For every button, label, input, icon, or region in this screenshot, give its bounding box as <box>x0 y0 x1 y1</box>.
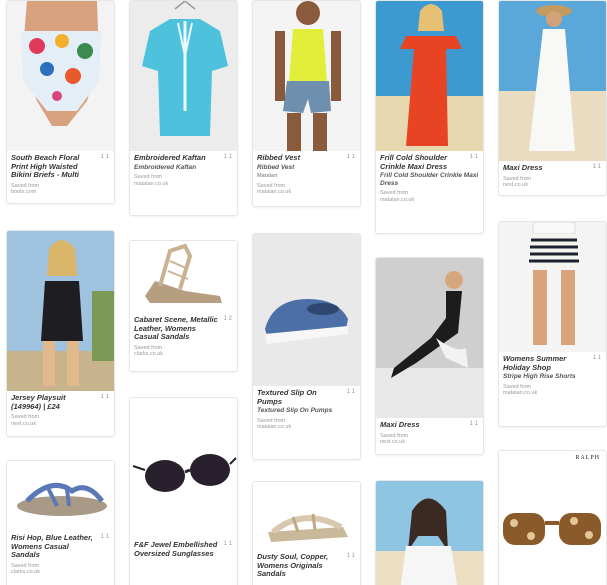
lace-up-sandal-image[interactable] <box>130 241 237 313</box>
pin-title[interactable]: Ribbed Vest <box>257 153 356 163</box>
copper-sandal-image[interactable] <box>253 482 360 550</box>
source-link[interactable]: matalan.co.uk <box>134 181 168 187</box>
pin-card[interactable]: Ribbed Vest Ribbed Vest Matalan Saved fr… <box>252 0 361 207</box>
pin-title[interactable]: Embroidered Kaftan <box>134 153 233 163</box>
pin-card[interactable]: Risi Hop, Blue Leather, Womens Casual Sa… <box>6 460 115 585</box>
pin-source[interactable]: Saved from matalan.co.uk <box>134 174 233 187</box>
pin-title[interactable]: F&F Jewel Embellished Oversized Sunglass… <box>134 540 233 558</box>
kaftan-image[interactable] <box>130 1 237 151</box>
repin-count: 1 1 <box>223 541 232 547</box>
white-top-model-image[interactable] <box>376 481 483 585</box>
repin-count: 1 1 <box>100 154 109 160</box>
pin-card[interactable]: Jersey Playsuit (149964) | £24 Saved fro… <box>6 230 115 437</box>
ribbed-vest-image[interactable] <box>253 1 360 151</box>
pin-card[interactable]: Dusty Soul, Copper, Womens Originals San… <box>252 481 361 585</box>
black-sunglasses-image[interactable] <box>130 398 237 538</box>
source-link[interactable]: clarks.co.uk <box>134 351 163 357</box>
floral-bikini-briefs-image[interactable] <box>7 1 114 151</box>
source-link[interactable]: matalan.co.uk <box>380 197 414 203</box>
pin-card[interactable]: Womens Summer Holiday Shop Stripe High R… <box>498 221 607 427</box>
pin-title[interactable]: Womens Summer Holiday Shop <box>503 354 602 372</box>
source-link[interactable]: matalan.co.uk <box>503 390 537 396</box>
repin-count: 1 1 <box>346 553 355 559</box>
pin-source[interactable]: Saved from matalan.co.uk <box>380 190 479 203</box>
pin-source[interactable]: Saved from next.co.uk <box>380 433 479 446</box>
black-maxi-dress-image[interactable] <box>376 258 483 418</box>
repin-count: 1 1 <box>100 394 109 400</box>
pin-title[interactable]: South Beach Floral Print High Waisted Bi… <box>11 153 110 180</box>
source-link[interactable]: clarks.co.uk <box>11 569 40 575</box>
pin-card[interactable]: Embroidered Kaftan Embroidered Kaftan Sa… <box>129 0 238 216</box>
pin-title[interactable]: Textured Slip On Pumps <box>257 388 356 406</box>
repin-count: 1 1 <box>592 164 601 170</box>
pin-description: Embroidered Kaftan <box>134 163 197 171</box>
slip-on-pump-image[interactable] <box>253 234 360 386</box>
repin-count: 1 1 <box>592 355 601 361</box>
source-link[interactable]: matalan.co.uk <box>257 189 291 195</box>
pin-title[interactable]: Jersey Playsuit (149964) | £24 <box>11 393 110 411</box>
pin-source[interactable]: Saved from next.co.uk <box>11 414 110 427</box>
source-link[interactable]: boots.com <box>11 189 36 195</box>
pin-source[interactable]: Saved from next.co.uk <box>503 176 602 189</box>
pin-card[interactable]: Cabaret Scene, Metallic Leather, Womens … <box>129 240 238 372</box>
pin-description: Stripe High Rise Shorts <box>503 373 576 380</box>
pin-card[interactable] <box>375 480 484 585</box>
pin-card[interactable]: Maxi Dress Saved from next.co.uk 1 1 <box>375 257 484 455</box>
repin-count: 1 1 <box>469 421 478 427</box>
pin-card[interactable]: Maxi Dress Saved from next.co.uk 1 1 <box>498 0 607 196</box>
source-link[interactable]: next.co.uk <box>503 182 528 188</box>
pin-card[interactable]: Textured Slip On Pumps Textured Slip On … <box>252 233 361 460</box>
source-link[interactable]: next.co.uk <box>380 439 405 445</box>
playsuit-image[interactable] <box>7 231 114 391</box>
brand-label: Matalan <box>257 173 278 179</box>
pin-source[interactable]: Saved from clarks.co.uk <box>11 563 110 576</box>
repin-count: 1 1 <box>469 154 478 160</box>
pin-description: Ribbed Vest <box>257 163 295 171</box>
pin-board: South Beach Floral Print High Waisted Bi… <box>0 0 607 585</box>
pin-source[interactable]: Saved from boots.com <box>11 183 110 196</box>
source-link[interactable]: next.co.uk <box>11 421 36 427</box>
pin-card[interactable]: F&F Jewel Embellished Oversized Sunglass… <box>129 397 238 585</box>
pin-description: Frill Cold Shoulder Crinkle Maxi Dress <box>380 172 479 187</box>
pin-card[interactable]: South Beach Floral Print High Waisted Bi… <box>6 0 115 204</box>
pin-title[interactable]: Dusty Soul, Copper, Womens Originals San… <box>257 552 356 579</box>
pin-title[interactable]: Cabaret Scene, Metallic Leather, Womens … <box>134 315 233 342</box>
pin-title[interactable]: Maxi Dress <box>503 163 602 173</box>
pin-source[interactable]: Saved from matalan.co.uk <box>503 384 602 397</box>
pin-description: Textured Slip On Pumps <box>257 407 333 414</box>
repin-count: 1 1 <box>223 154 232 160</box>
pin-source[interactable]: Saved from clarks.co.uk <box>134 345 233 358</box>
repin-count: 1 1 <box>100 534 109 540</box>
pin-source[interactable]: Saved from matalan.co.uk <box>257 183 356 196</box>
repin-count: 1 1 <box>346 389 355 395</box>
repin-count: 1 1 <box>346 154 355 160</box>
brand-logo: RALPH <box>575 455 600 461</box>
white-maxi-dress-image[interactable] <box>499 1 606 161</box>
pin-title[interactable]: Maxi Dress <box>380 420 479 430</box>
tortoiseshell-sunglasses-image[interactable]: RALPH <box>499 451 606 585</box>
pin-title[interactable]: Frill Cold Shoulder Crinkle Maxi Dress <box>380 153 479 171</box>
pin-source[interactable]: Saved from matalan.co.uk <box>257 418 356 431</box>
source-link[interactable]: matalan.co.uk <box>257 424 291 430</box>
repin-count: 1 2 <box>223 316 232 322</box>
striped-shorts-image[interactable] <box>499 222 606 352</box>
red-maxi-dress-image[interactable] <box>376 1 483 151</box>
pin-title[interactable]: Risi Hop, Blue Leather, Womens Casual Sa… <box>11 533 110 560</box>
pin-card[interactable]: Frill Cold Shoulder Crinkle Maxi Dress F… <box>375 0 484 234</box>
pin-card[interactable]: RALPH <box>498 450 607 585</box>
blue-sandal-image[interactable] <box>7 461 114 531</box>
